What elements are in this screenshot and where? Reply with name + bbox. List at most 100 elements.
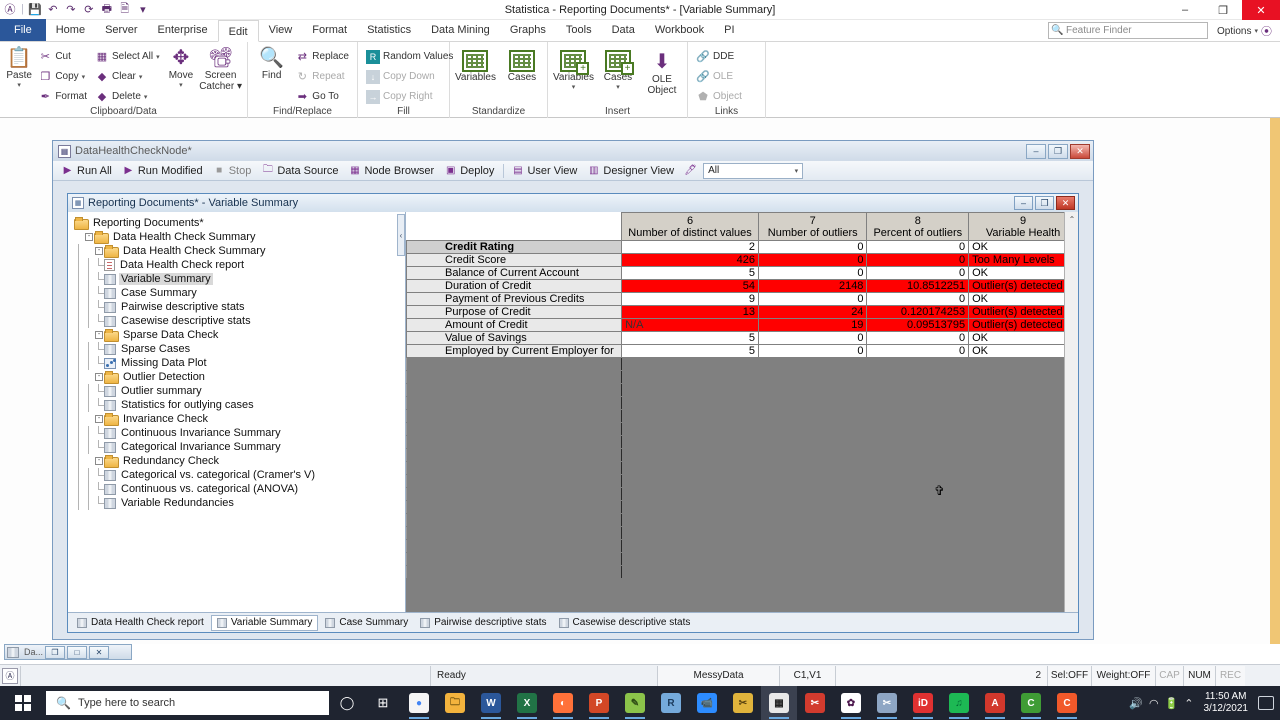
table-cell[interactable]: Too Many Levels <box>968 253 1078 267</box>
ribbon-tab-file[interactable]: File <box>0 19 46 41</box>
document-maximize-button[interactable]: ❐ <box>1035 196 1054 210</box>
camtasia-icon[interactable]: C <box>1013 686 1049 720</box>
tree-item-data-health-check-summary[interactable]: - Data Health Check Summary <box>74 244 405 258</box>
tree-item-data-health-check-report[interactable]: Data Health Check report <box>74 258 405 272</box>
node-maximize-button[interactable]: ❐ <box>1048 143 1068 159</box>
node-filter-select[interactable]: All ▾ <box>703 162 804 179</box>
doc-tab-data-health-check-report[interactable]: Data Health Check report <box>72 615 209 631</box>
help-icon[interactable]: ⦿ <box>1261 23 1272 39</box>
clock[interactable]: 11:50 AM 3/12/2021 <box>1200 691 1253 715</box>
column-header-9[interactable]: 9 Variable Health <box>968 212 1078 241</box>
table-cell[interactable]: 0 <box>866 266 970 280</box>
dde-link-button[interactable]: 🔗 DDE <box>693 47 745 66</box>
node-toolbar-designer-view[interactable]: ▥ Designer View <box>583 162 680 180</box>
acrobat-icon[interactable]: A <box>977 686 1013 720</box>
tree-item-categorical-vs-categorical-cramer-s-v[interactable]: Categorical vs. categorical (Cramer's V) <box>74 468 405 482</box>
node-toolbar-user-view[interactable]: ▤ User View <box>507 162 583 180</box>
cortana-icon[interactable]: ◯ <box>329 686 365 720</box>
chevron-down-icon[interactable]: ▾ <box>572 83 576 91</box>
clipboard-select-all-button[interactable]: ▦ Select All ▾ <box>92 47 163 66</box>
tree-item-invariance-check[interactable]: - Invariance Check <box>74 412 405 426</box>
clipboard-copy-button[interactable]: ❐ Copy ▾ <box>35 67 90 86</box>
tree-item-continuous-vs-categorical-anova[interactable]: Continuous vs. categorical (ANOVA) <box>74 482 405 496</box>
clipboard-format-button[interactable]: ✒ Format <box>35 87 90 106</box>
table-cell[interactable]: 0 <box>866 253 970 267</box>
row-header[interactable]: Duration of Credit <box>406 279 623 293</box>
row-header[interactable]: Credit Rating <box>406 240 623 254</box>
scroll-up-arrow[interactable]: ⌃ <box>1065 212 1078 226</box>
move-button[interactable]: ✥ Move ▾ <box>165 44 198 89</box>
mdi-restore-button[interactable]: ❐ <box>45 645 66 659</box>
vertical-scrollbar[interactable]: ⌃ ⌄ <box>1064 212 1078 618</box>
tree-item-outlier-summary[interactable]: Outlier summary <box>74 384 405 398</box>
clipboard-delete-button[interactable]: ◆ Delete ▾ <box>92 87 163 106</box>
table-cell[interactable]: 0 <box>757 240 868 254</box>
tree-item-data-health-check-summary[interactable]: - Data Health Check Summary <box>74 230 405 244</box>
variable-summary-table[interactable]: 6 Number of distinct values 7 Number of out… <box>406 212 1078 579</box>
chevron-down-icon[interactable]: ▾ <box>616 83 620 91</box>
table-cell[interactable]: Outlier(s) detected <box>968 305 1078 319</box>
replace-button[interactable]: ⇄ Replace <box>292 47 352 66</box>
table-cell[interactable]: 19 <box>757 318 868 332</box>
table-cell[interactable]: OK <box>968 240 1078 254</box>
chevron-down-icon[interactable]: ▾ <box>156 53 160 61</box>
table-row[interactable]: Credit Score 426 0 0 Too Many Levels <box>406 253 1078 267</box>
maximize-button[interactable]: ❐ <box>1204 0 1242 20</box>
tree-expander-icon[interactable]: - <box>94 244 104 258</box>
row-header[interactable]: Balance of Current Account <box>406 266 623 280</box>
mdi-maximize-button[interactable]: □ <box>67 645 88 659</box>
row-header[interactable]: Employed by Current Employer for <box>406 344 623 358</box>
table-cell[interactable]: OK <box>968 292 1078 306</box>
standardize-cases-button[interactable]: Cases <box>502 48 542 83</box>
ribbon-tab-data[interactable]: Data <box>602 19 645 41</box>
tree-expander-icon[interactable]: - <box>94 328 104 342</box>
chevron-down-icon[interactable]: ▾ <box>795 167 799 175</box>
volume-icon[interactable]: 🔊 <box>1129 697 1143 710</box>
slack-icon[interactable]: ✿ <box>833 686 869 720</box>
table-cell[interactable]: 5 <box>621 331 759 345</box>
insert-cases-button[interactable]: + Cases ▾ <box>598 48 638 91</box>
chevron-down-icon[interactable]: ▾ <box>144 93 148 101</box>
random-values-button[interactable]: R Random Values <box>363 47 456 66</box>
ole-object-button[interactable]: ⬇ OLE Object <box>642 48 682 96</box>
table-cell[interactable]: N/A <box>621 318 759 332</box>
table-cell[interactable]: 54 <box>621 279 759 293</box>
statistica-logo-icon[interactable]: Ⓐ <box>2 1 18 17</box>
tree-item-variable-summary[interactable]: Variable Summary <box>74 272 405 286</box>
word-icon[interactable]: W <box>473 686 509 720</box>
workbook-tree[interactable]: ‹ Reporting Documents* - Data Health Check… <box>68 212 406 632</box>
table-cell[interactable]: 9 <box>621 292 759 306</box>
spreadsheet-pane[interactable]: 6 Number of distinct values 7 Number of out… <box>406 212 1078 632</box>
firefox-icon[interactable]: ◐ <box>545 686 581 720</box>
wifi-icon[interactable]: ◠ <box>1149 697 1159 710</box>
print-preview-icon[interactable]: 🗎 <box>117 1 133 17</box>
tree-item-redundancy-check[interactable]: - Redundancy Check <box>74 454 405 468</box>
row-header[interactable]: Payment of Previous Credits <box>406 292 623 306</box>
ribbon-tab-format[interactable]: Format <box>302 19 357 41</box>
row-header[interactable]: Credit Score <box>406 253 623 267</box>
row-header[interactable]: Value of Savings <box>406 331 623 345</box>
document-title-bar[interactable]: ▦ Reporting Documents* - Variable Summar… <box>68 194 1078 212</box>
close-button[interactable]: ✕ <box>1242 0 1280 20</box>
node-close-button[interactable]: ✕ <box>1070 143 1090 159</box>
doc-tab-case-summary[interactable]: Case Summary <box>320 615 413 631</box>
screen-catcher-button[interactable]: 📽 Screen Catcher ▾ <box>199 44 242 92</box>
ribbon-tab-enterprise[interactable]: Enterprise <box>147 19 217 41</box>
chevron-down-icon[interactable]: ▾ <box>139 73 143 81</box>
tree-item-missing-data-plot[interactable]: Missing Data Plot <box>74 356 405 370</box>
tree-item-sparse-cases[interactable]: Sparse Cases <box>74 342 405 356</box>
options-menu[interactable]: Options ▾ ⦿ <box>1217 23 1272 39</box>
search-box[interactable]: 🔍 Type here to search <box>46 691 329 715</box>
table-cell[interactable]: 0 <box>757 253 868 267</box>
feature-finder-input[interactable]: 🔍 Feature Finder <box>1048 22 1208 39</box>
snip-tool-icon[interactable]: ✂ <box>725 686 761 720</box>
idrive-icon[interactable]: iD <box>905 686 941 720</box>
column-header-6[interactable]: 6 Number of distinct values <box>621 212 759 241</box>
ribbon-tab-data-mining[interactable]: Data Mining <box>421 19 500 41</box>
tree-item-sparse-data-check[interactable]: - Sparse Data Check <box>74 328 405 342</box>
tree-item-continuous-invariance-summary[interactable]: Continuous Invariance Summary <box>74 426 405 440</box>
node-window-title-bar[interactable]: ▦ DataHealthCheckNode* – ❐ ✕ <box>53 141 1093 161</box>
statistica-icon[interactable]: ▦ <box>761 686 797 720</box>
node-minimize-button[interactable]: – <box>1026 143 1046 159</box>
paste-button[interactable]: 📋 Paste ▾ <box>5 44 33 89</box>
